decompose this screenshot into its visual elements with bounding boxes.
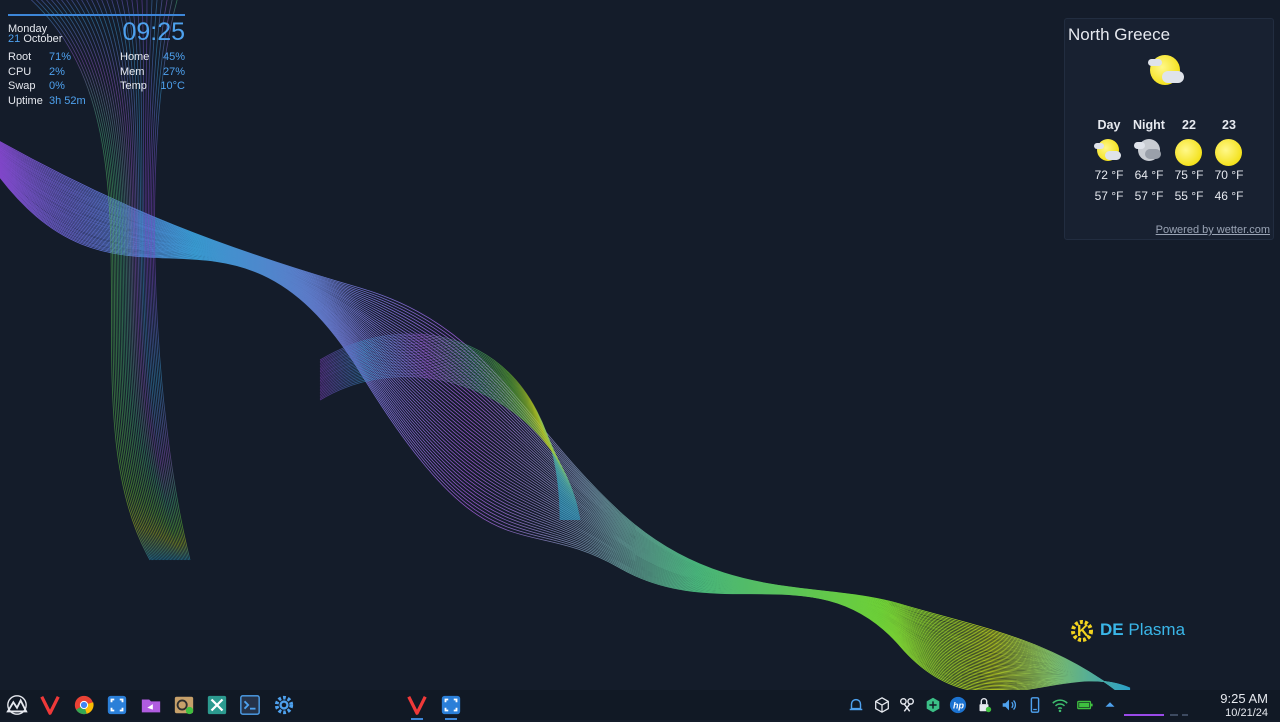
- forecast-label: Night: [1133, 118, 1165, 132]
- sun-icon: [1209, 134, 1249, 168]
- forecast-high: 72 °F: [1094, 168, 1124, 182]
- forecast-high: 70 °F: [1214, 168, 1244, 182]
- widget-clock: 09:25: [122, 18, 185, 46]
- sun-icon: [1169, 134, 1209, 168]
- app-launcher-icon[interactable]: [5, 693, 29, 717]
- stat-label: Swap: [8, 80, 36, 93]
- wave-line: [319, 374, 580, 521]
- stat-row: CPU 2% Mem 27%: [8, 65, 185, 80]
- powered-by-link[interactable]: Powered by wetter.com: [1156, 224, 1270, 236]
- forecast-column: 22 75 °F 55 °F: [1169, 118, 1209, 210]
- stat-value: 71%: [49, 51, 72, 63]
- vivaldi-task-icon[interactable]: [405, 693, 429, 720]
- svg-text:hp: hp: [953, 701, 964, 711]
- logo-plasma: Plasma: [1128, 620, 1186, 639]
- forecast-low: 46 °F: [1214, 189, 1244, 203]
- stat-value: 45%: [162, 51, 185, 63]
- wave-line: [0, 141, 1131, 702]
- file-manager-icon[interactable]: [139, 693, 163, 717]
- stat-label: Temp: [120, 80, 147, 93]
- system-monitor-widget: Monday 21 October 09:25 Root 71% Home 45…: [8, 14, 185, 107]
- package-updates-icon[interactable]: [872, 695, 892, 715]
- taskbar-time: 9:25 AM: [1220, 691, 1268, 706]
- volume-icon[interactable]: [999, 695, 1019, 715]
- forecast-label: Day: [1097, 118, 1121, 132]
- vault-icon[interactable]: [974, 695, 994, 715]
- date-number: 21: [8, 33, 21, 45]
- stat-value: 27%: [162, 65, 185, 78]
- stat-label: Uptime: [8, 94, 43, 107]
- kdeconnect-icon[interactable]: [897, 695, 917, 715]
- logo-k-letter: K: [1077, 623, 1089, 640]
- phone-icon[interactable]: [1025, 695, 1045, 715]
- wave-line: [0, 143, 1131, 702]
- stat-label: CPU: [8, 65, 32, 78]
- package-installer-icon[interactable]: [172, 693, 196, 717]
- taskbar-date: 10/21/24: [1225, 707, 1268, 719]
- system-tools-icon[interactable]: [205, 693, 229, 717]
- stat-value: 2%: [49, 65, 65, 78]
- forecast-high: 64 °F: [1134, 168, 1164, 182]
- forecast-column: Day 72 °F 57 °F: [1089, 118, 1129, 210]
- taskbar-clock[interactable]: 9:25 AM 10/21/24: [1220, 691, 1268, 719]
- sun-cloud-icon: [1148, 55, 1186, 87]
- kde-plasma-wordmark: DE Plasma: [1100, 620, 1185, 640]
- forecast-low: 57 °F: [1134, 189, 1164, 203]
- pager-indicator[interactable]: [1124, 704, 1194, 716]
- stats-list: Root 71% Home 45% CPU 2% Mem 27% Swap 0%…: [8, 50, 185, 108]
- kde-gear-icon: K: [1068, 616, 1096, 644]
- stat-label: Root: [8, 51, 32, 63]
- battery-icon[interactable]: [1075, 695, 1095, 715]
- vivaldi-icon[interactable]: [38, 693, 62, 717]
- hp-printer-icon[interactable]: hp: [948, 695, 968, 715]
- spectacle-icon[interactable]: [105, 693, 129, 717]
- stat-value: 3h 52m: [49, 94, 86, 107]
- month: October: [23, 33, 63, 45]
- stat-label: Home: [120, 51, 150, 63]
- forecast-low: 55 °F: [1174, 189, 1204, 203]
- kde-plasma-logo: K DE Plasma: [1068, 616, 1185, 644]
- stat-value: 0%: [49, 80, 65, 93]
- forecast-label: 22: [1182, 118, 1196, 132]
- weather-location: North Greece: [1068, 25, 1171, 44]
- taskbar: hp 9:25 AM 10/21/24: [0, 690, 1280, 720]
- weather-widget[interactable]: North Greece Day 72 °F 57 °F Night 64 °F…: [1064, 18, 1274, 240]
- forecast-label: 23: [1222, 118, 1236, 132]
- wave-line: [0, 142, 1131, 702]
- widget-top-line: [8, 14, 185, 16]
- forecast-high: 75 °F: [1174, 168, 1204, 182]
- network-share-icon[interactable]: [923, 695, 943, 715]
- logo-de: DE: [1100, 620, 1124, 639]
- terminal-icon[interactable]: [238, 693, 262, 717]
- date-label: 21 October: [8, 32, 62, 47]
- stat-row: Swap 0% Temp 10°C: [8, 79, 185, 94]
- wave-line: [319, 376, 581, 521]
- stat-row: Root 71% Home 45%: [8, 50, 185, 65]
- wifi-icon[interactable]: [1050, 695, 1070, 715]
- forecast-low: 57 °F: [1094, 189, 1124, 203]
- wave-line: [0, 144, 1131, 702]
- chrome-icon[interactable]: [72, 693, 96, 717]
- notification-icon[interactable]: [846, 695, 866, 715]
- stat-label: Mem: [120, 65, 145, 78]
- stat-row: Uptime 3h 52m: [8, 94, 185, 109]
- spectacle-task-icon[interactable]: [439, 693, 463, 720]
- forecast-column: 23 70 °F 46 °F: [1209, 118, 1249, 210]
- stat-value: 10°C: [160, 80, 185, 93]
- tray-expand-icon[interactable]: [1100, 695, 1120, 715]
- wave-line: [0, 141, 1131, 703]
- moon-cloud-icon: [1129, 134, 1169, 168]
- forecast-column: Night 64 °F 57 °F: [1129, 118, 1169, 210]
- settings-icon[interactable]: [272, 693, 296, 717]
- sun-cloud-icon: [1089, 134, 1129, 168]
